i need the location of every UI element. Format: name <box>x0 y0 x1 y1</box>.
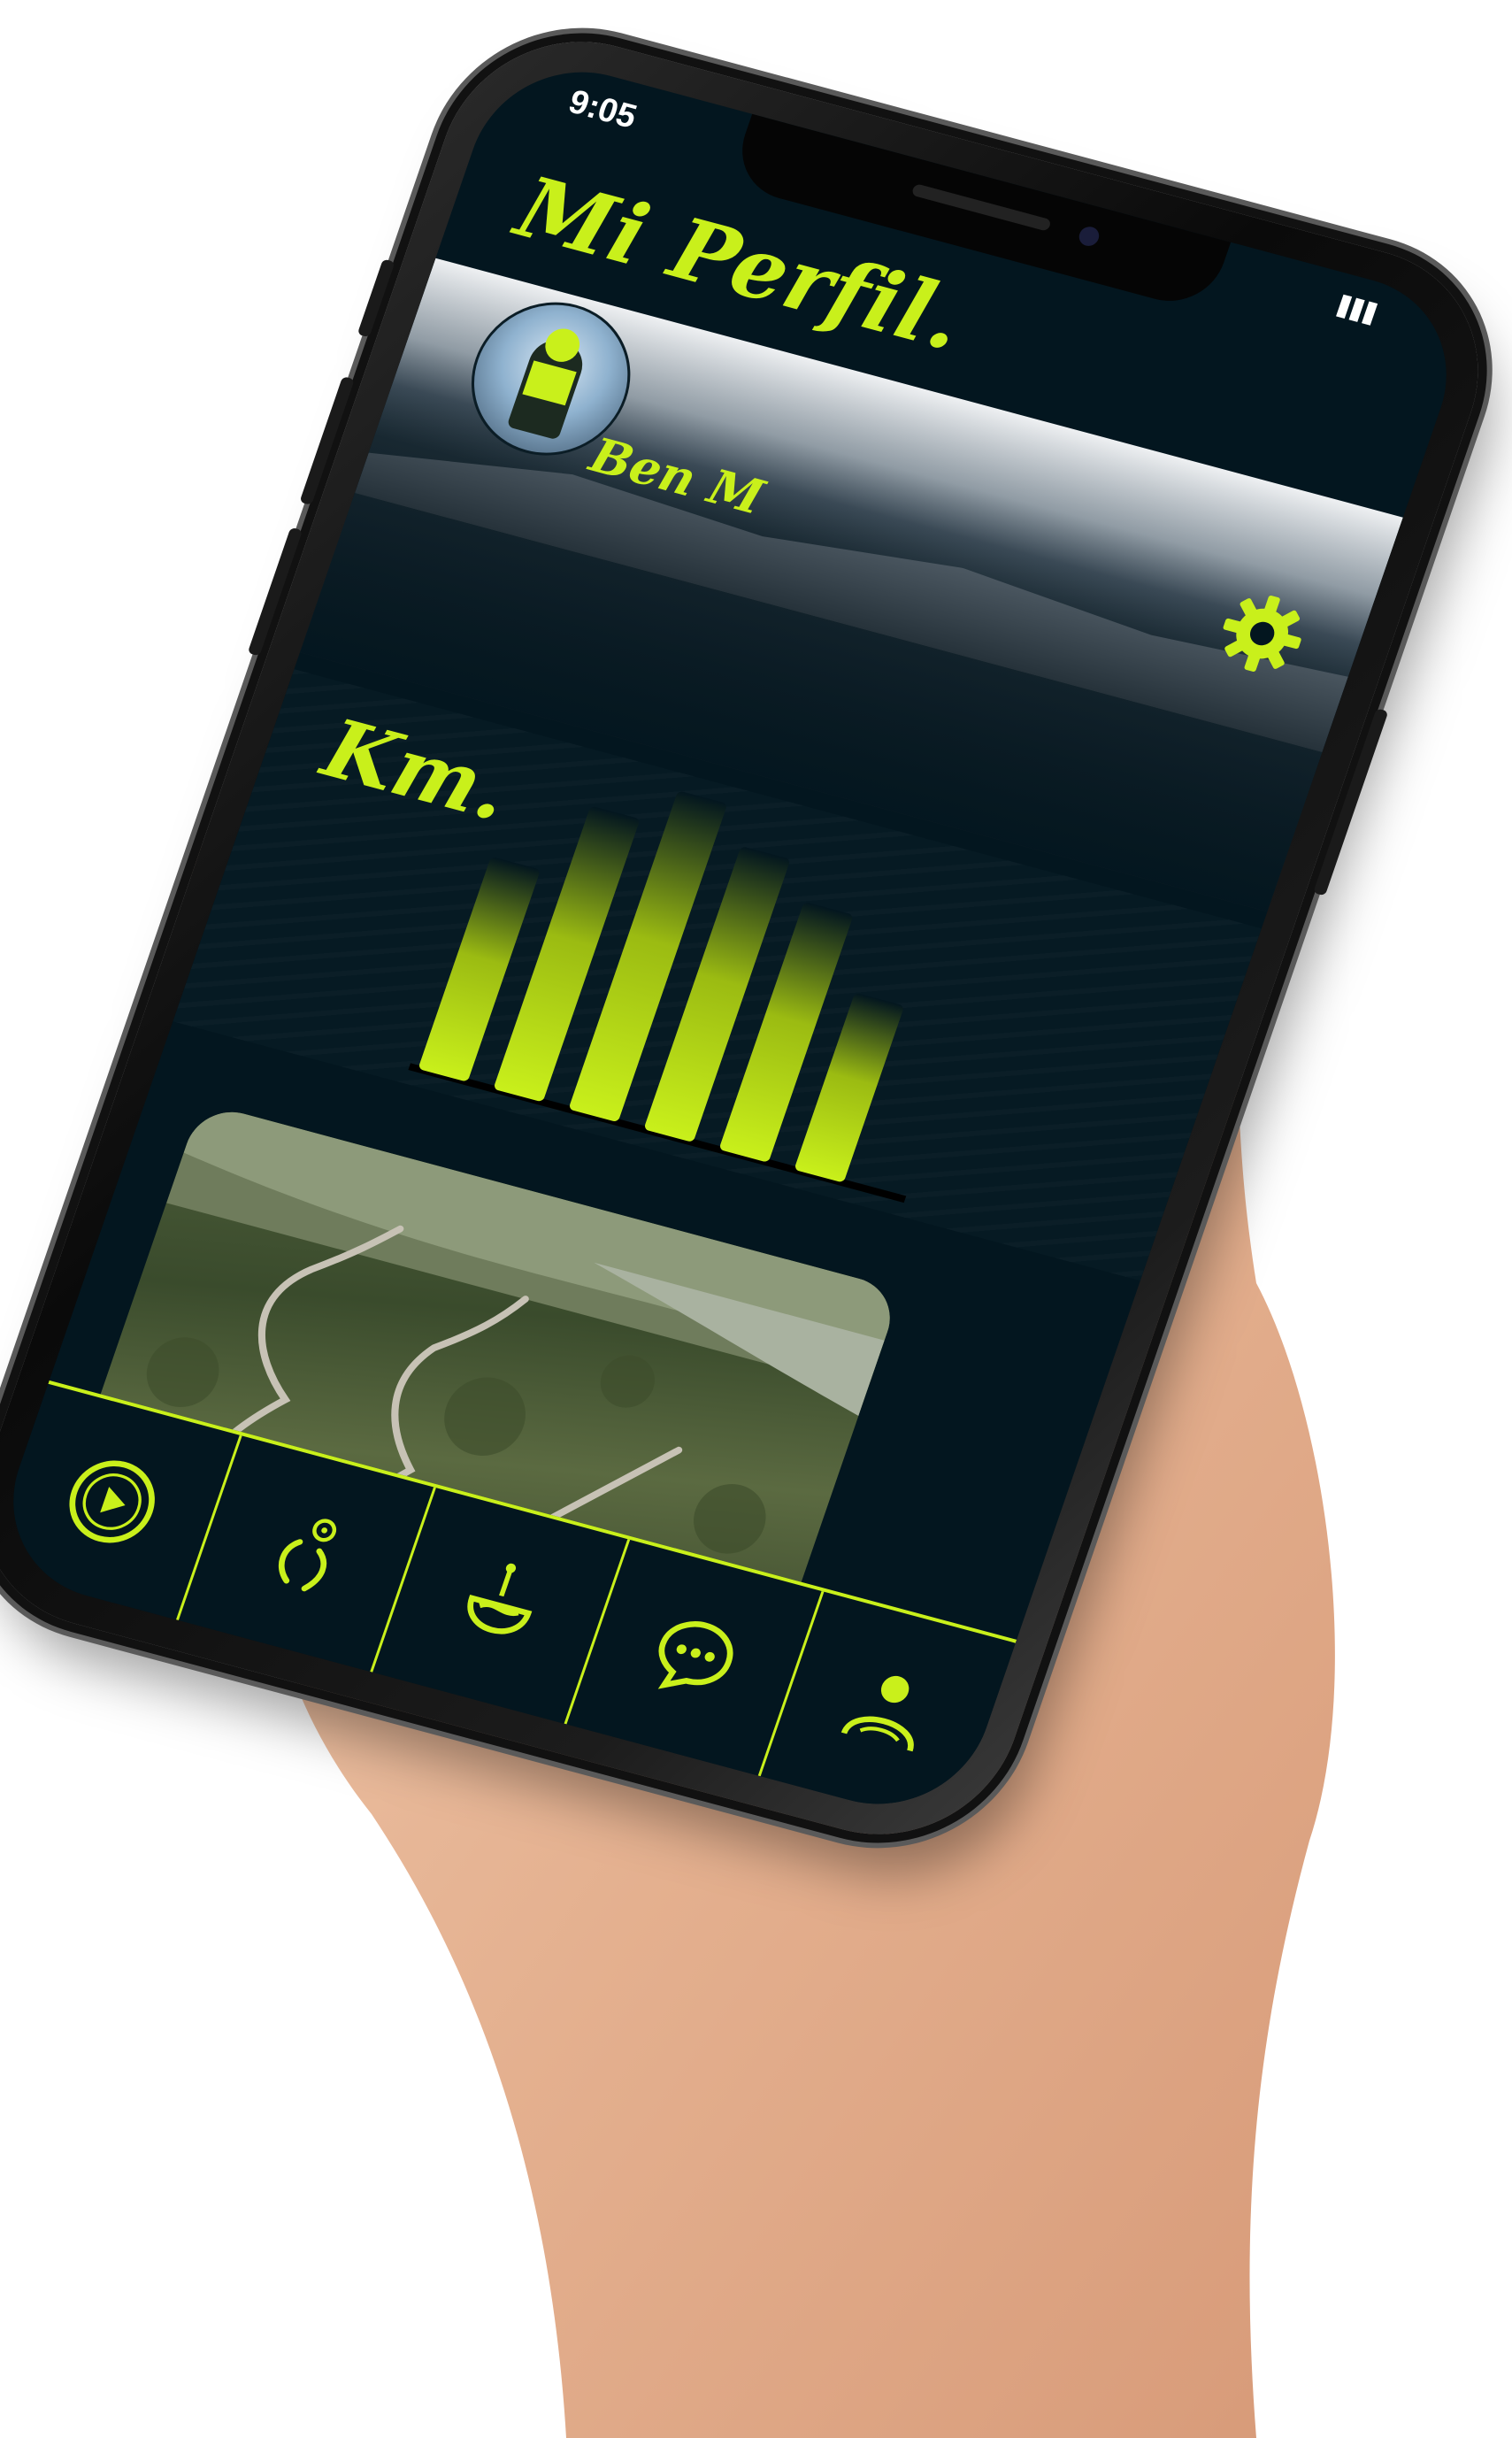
profile-icon <box>840 1675 914 1752</box>
status-time: 9:05 <box>564 83 641 136</box>
mountain-bike-icon <box>467 1563 533 1634</box>
chat-icon <box>657 1621 733 1689</box>
play-circle-icon <box>69 1460 155 1543</box>
battery-icon <box>1336 294 1394 330</box>
activity-icon <box>278 1519 337 1592</box>
